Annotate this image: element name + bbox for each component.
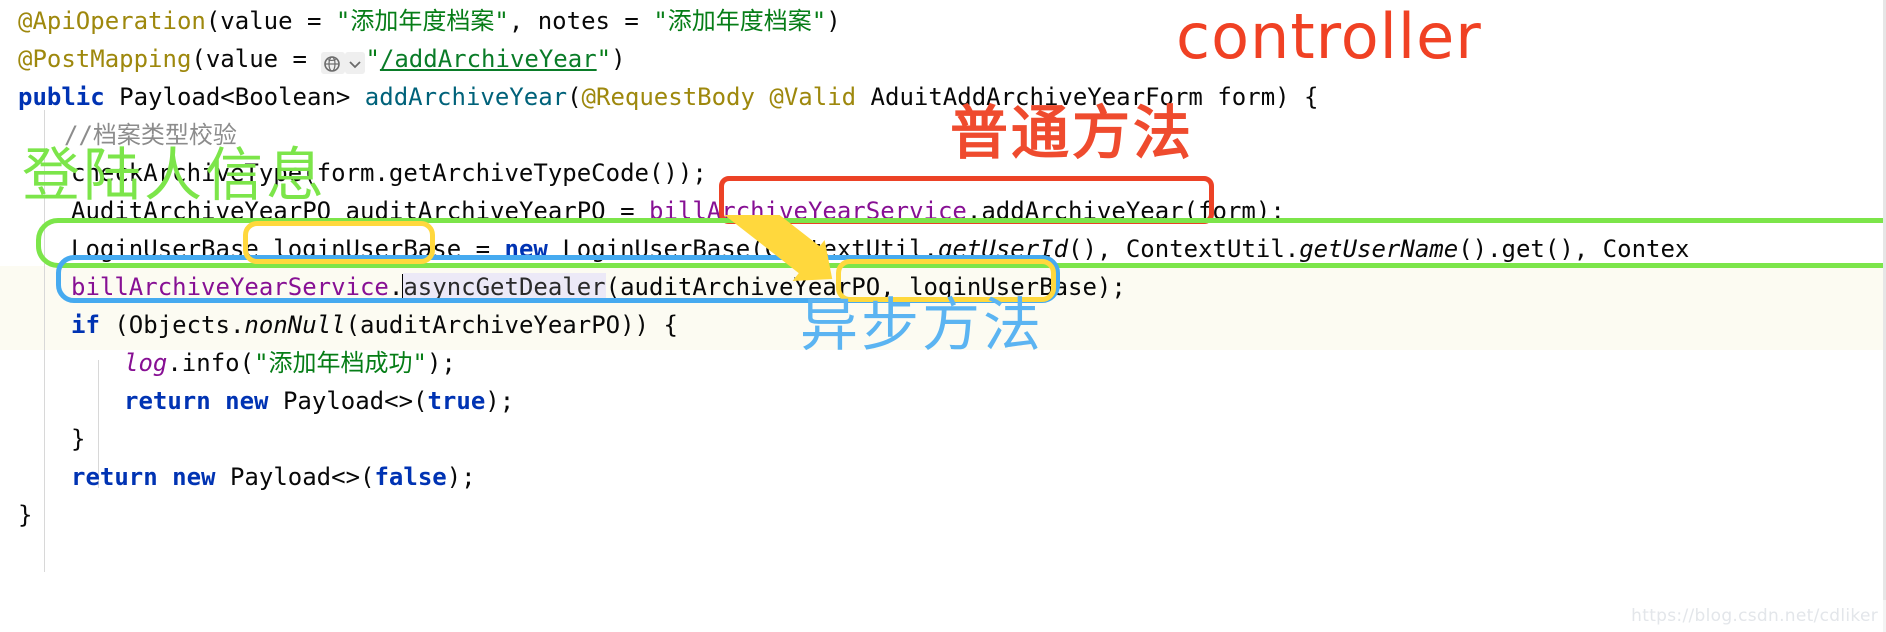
token-value-key-2: value [205, 45, 279, 73]
code-line-11[interactable]: return new Payload<>(true); [124, 380, 514, 422]
token-false: false [374, 463, 447, 491]
token-paren-close-1: ) [826, 7, 841, 35]
token-return-1: return [124, 387, 211, 415]
token-space-2 [350, 83, 364, 111]
token-url-quote-close: " [596, 45, 612, 73]
token-api-value-string: "添加年度档案" [335, 7, 509, 35]
token-api-operation: @ApiOperation [18, 7, 206, 35]
code-line-9[interactable]: if (Objects.nonNull(auditArchiveYearPO))… [71, 304, 678, 346]
token-non-null-args: (auditArchiveYearPO)) { [345, 311, 678, 339]
async-method-label: 异步方法 [800, 291, 1045, 359]
token-eq-1: = [292, 7, 336, 35]
code-line-12[interactable]: } [71, 418, 85, 460]
token-paren-open-2: ( [191, 45, 206, 73]
token-eq-2: = [609, 7, 654, 35]
code-line-2[interactable]: @PostMapping(value = "/addArchiveYear") [18, 38, 626, 80]
token-log-info-open: .info( [167, 349, 255, 377]
token-return-type: Payload<Boolean> [119, 83, 351, 111]
chevron-down-icon[interactable] [345, 52, 366, 74]
token-eq-3: = [278, 45, 322, 73]
token-paren-open-1: ( [205, 7, 221, 35]
globe-icon[interactable] [321, 52, 346, 74]
token-comma-1: , [508, 7, 538, 35]
controller-label: controller [1176, 0, 1482, 73]
token-space-4 [856, 83, 870, 111]
code-line-13[interactable]: return new Payload<>(false); [71, 456, 476, 498]
token-brace-close-inner: } [71, 425, 86, 453]
yellow-highlight-box-var [243, 221, 435, 264]
watermark: https://blog.csdn.net/cdliker [1631, 606, 1878, 626]
yellow-arrow [724, 215, 833, 281]
token-brace-open-3: ) { [1275, 83, 1319, 111]
token-space-3 [755, 83, 769, 111]
token-paren-close-2: ) [611, 45, 626, 73]
token-brace-close-outer: } [18, 501, 33, 529]
token-space-9 [211, 387, 225, 415]
login-user-info-label: 登陆人信息 [22, 141, 328, 209]
token-payload-diamond-2: Payload<>( [229, 463, 375, 491]
token-objects-open: (Objects. [99, 311, 245, 339]
ordinary-method-label: 普通方法 [950, 99, 1195, 167]
token-new-3: new [172, 463, 216, 491]
token-true: true [427, 387, 486, 415]
token-paren-semi-1: ); [485, 387, 515, 415]
token-paren-open-3: ( [567, 83, 582, 111]
token-non-null: nonNull [244, 311, 346, 339]
token-api-notes-string: "添加年度档案" [653, 7, 827, 35]
token-log-info-close: ); [426, 349, 456, 377]
token-if: if [71, 311, 100, 339]
token-paren-semi-2: ); [446, 463, 476, 491]
token-notes-key: notes [537, 7, 610, 35]
token-log-field: log [124, 349, 168, 377]
token-log-message: "添加年档成功" [254, 349, 427, 377]
token-url-path[interactable]: /addArchiveYear [380, 45, 597, 73]
code-line-10[interactable]: log.info("添加年档成功"); [124, 342, 456, 384]
code-screenshot: @ApiOperation(value = "添加年度档案", notes = … [0, 0, 1886, 632]
token-post-mapping: @PostMapping [18, 45, 192, 73]
token-param-name: form [1217, 83, 1276, 111]
token-new-2: new [225, 387, 269, 415]
token-public: public [18, 83, 105, 111]
code-line-1[interactable]: @ApiOperation(value = "添加年度档案", notes = … [18, 0, 841, 42]
token-payload-diamond-1: Payload<>( [282, 387, 428, 415]
token-value-key-1: value [220, 7, 293, 35]
token-space-1 [105, 83, 119, 111]
token-method-name: addArchiveYear [364, 83, 568, 111]
token-valid: @Valid [769, 83, 857, 111]
token-return-2: return [71, 463, 158, 491]
token-request-body: @RequestBody [581, 83, 755, 111]
token-space-12 [216, 463, 230, 491]
token-space-11 [158, 463, 172, 491]
token-url-quote-open: " [365, 45, 380, 73]
code-line-14[interactable]: } [18, 494, 32, 536]
token-space-10 [269, 387, 283, 415]
token-space-5 [1203, 83, 1217, 111]
